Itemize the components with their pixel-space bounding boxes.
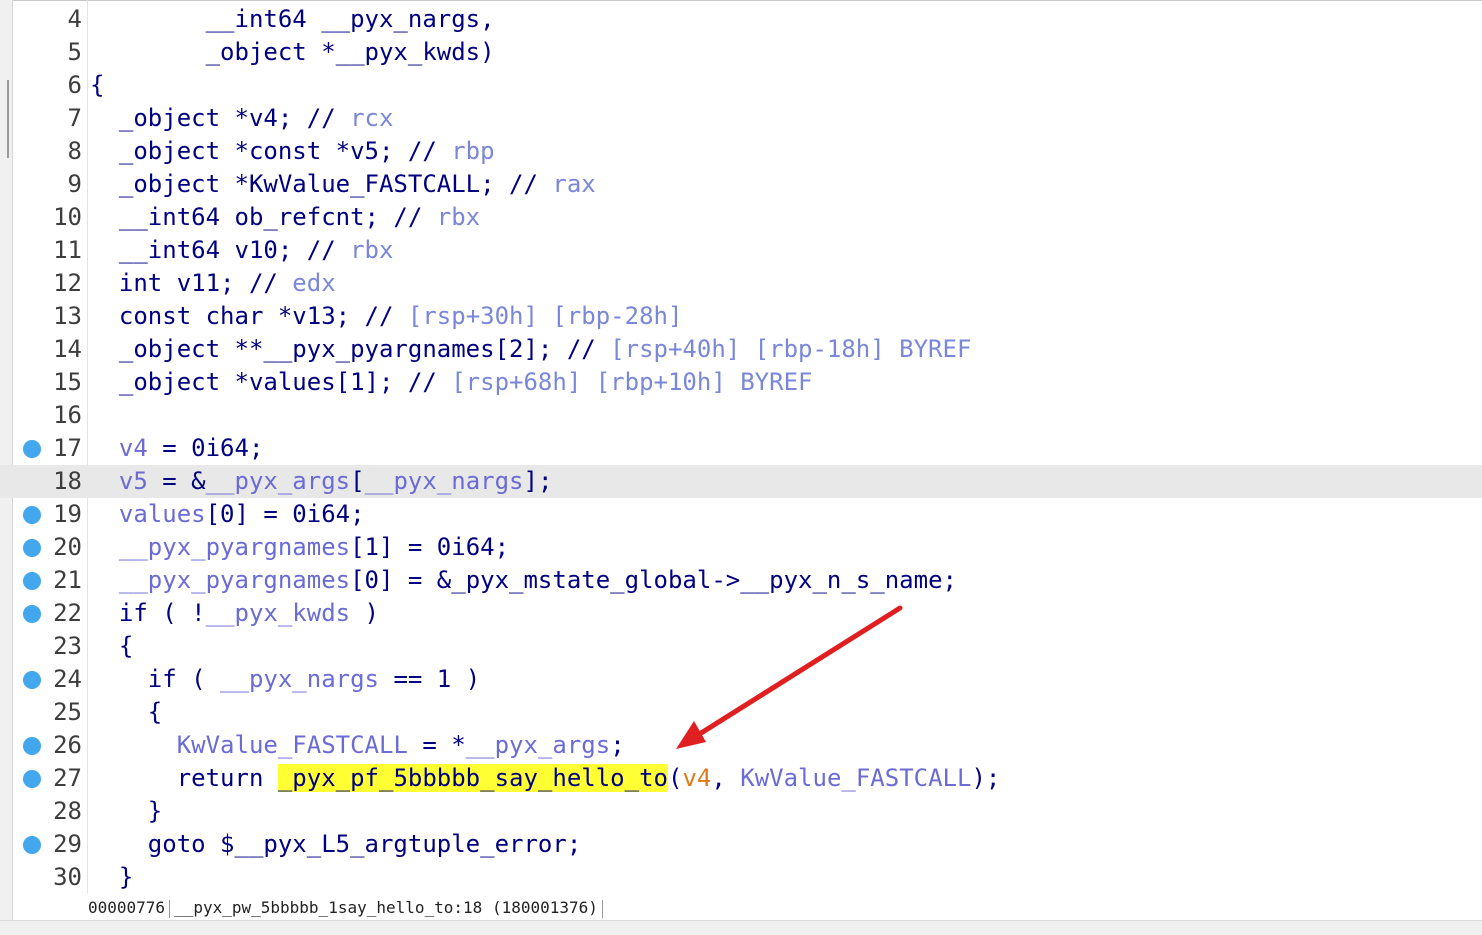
status-separator-end [601, 899, 603, 918]
status-bar: 00000776 __pyx_pw_5bbbbb_1say_hello_to:18… [88, 897, 607, 919]
status-location: __pyx_pw_5bbbbb_1say_hello_to:18 (180001… [174, 898, 598, 917]
annotation-arrow-icon [676, 605, 903, 749]
status-separator [169, 899, 171, 918]
bottom-scrollbar[interactable] [0, 920, 1482, 935]
status-offset: 00000776 [88, 898, 166, 917]
